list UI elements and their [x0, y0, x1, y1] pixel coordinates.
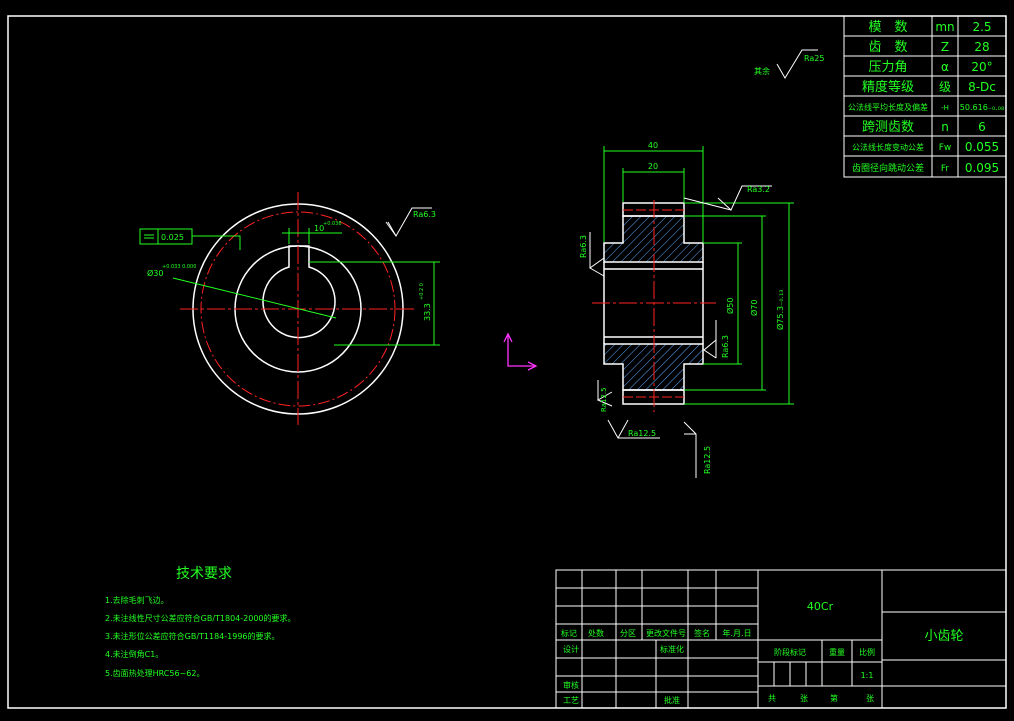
header-count: 处数: [588, 628, 604, 638]
material: 40Cr: [807, 600, 834, 613]
review-label: 审核: [563, 680, 579, 690]
param-value: 8-Dc: [968, 80, 996, 94]
param-label: 公法线长度变动公差: [852, 142, 924, 152]
side-roughness-br: Ra12.5: [703, 446, 712, 474]
param-label: 齿 数: [868, 40, 907, 55]
tech-item: 4.未注倒角C1。: [105, 649, 163, 659]
param-label: 精度等级: [862, 79, 914, 95]
param-symbol: n: [941, 120, 949, 134]
bore-diameter-tolerance: +0.033 0.000: [162, 264, 196, 270]
bore-diameter-dim: Ø30: [147, 268, 163, 278]
param-value: 50.616₋₀.₀₈: [960, 103, 1004, 112]
roughness-rest-label: 其余: [754, 66, 770, 76]
keyway-depth-tolerance: +0.2 0: [419, 283, 425, 300]
param-symbol: 级: [939, 80, 951, 94]
title-block-text: 40Cr 小齿轮 标记 处数 分区 更改文件号 签名 年.月.日 设计 标准化 …: [561, 600, 964, 705]
front-roughness: Ra6.3: [413, 210, 436, 219]
header-zone: 分区: [620, 629, 636, 638]
tech-item: 3.未注形位公差应符合GB/T1184-1996的要求。: [105, 631, 280, 641]
stage-mark-label: 阶段标记: [774, 647, 806, 657]
tech-item: 1.去除毛刺飞边。: [105, 595, 169, 605]
header-doc-number: 更改文件号: [646, 628, 686, 638]
param-value: 2.5: [972, 20, 991, 34]
side-roughness-left: Ra6.3: [579, 235, 588, 258]
total-width-dim: 40: [648, 141, 658, 150]
param-value: 6: [978, 120, 986, 134]
roughness-rest-value: Ra25: [804, 54, 824, 63]
tech-title: 技术要求: [176, 566, 232, 582]
sheet-label: 张: [866, 694, 874, 703]
sheet-no-label: 第: [830, 693, 838, 703]
scale-value: 1:1: [861, 671, 874, 680]
tip-diameter-dim: Ø75.3₋₀.₁₃: [775, 290, 785, 331]
param-symbol: α: [941, 60, 949, 74]
process-label: 工艺: [563, 696, 579, 705]
side-roughness-top: Ra3.2: [747, 185, 770, 194]
gear-section-view: 40 20 Ø50 Ø70 Ø75.3₋₀.₁₃ Ra3.2 Ra6.3 Ra6…: [579, 141, 794, 478]
gear-front-view: 0.025 10 +0.036 Ø30 +0.033 0.000 33.3 +0…: [139, 192, 440, 425]
root-diameter-dim: Ø70: [749, 300, 759, 316]
header-sign: 签名: [694, 628, 710, 638]
scale-label: 比例: [859, 647, 875, 657]
weight-label: 重量: [829, 647, 845, 657]
side-roughness-bl1: Ra12.5: [600, 387, 608, 412]
side-roughness-bore: Ra6.3: [721, 335, 730, 358]
keyway-depth-dim: 33.3: [423, 303, 432, 321]
general-roughness-symbol: 其余 Ra25: [754, 49, 824, 79]
param-label: 齿圈径向跳动公差: [852, 162, 924, 174]
hub-diameter-dim: Ø50: [725, 298, 735, 314]
param-symbol: Fw: [939, 143, 952, 153]
param-label: 公法线平均长度及偏差: [848, 102, 928, 112]
part-name: 小齿轮: [924, 629, 963, 644]
param-value: 0.095: [965, 161, 999, 175]
keyway-width-tolerance: +0.036: [323, 221, 342, 227]
param-symbol: mn: [935, 20, 954, 34]
header-mark: 标记: [561, 628, 577, 638]
header-date: 年.月.日: [722, 628, 751, 638]
standardization-label: 标准化: [660, 644, 684, 654]
param-label: 跨测齿数: [862, 120, 914, 135]
ucs-axis-icon: [503, 332, 538, 371]
param-symbol: Z: [941, 40, 949, 54]
bore-with-keyway: [262, 245, 336, 339]
param-symbol: -H: [941, 104, 949, 112]
technical-requirements: 技术要求 1.去除毛刺飞边。 2.未注线性尺寸公差应符合GB/T1804-200…: [105, 566, 296, 678]
runout-tolerance: 0.025: [161, 233, 184, 242]
cad-drawing: 模 数 mn 2.5 齿 数 Z 28 压力角 α 20° 精度等级 级 8-D…: [7, 15, 1007, 709]
param-label: 模 数: [868, 20, 907, 35]
param-label: 压力角: [868, 60, 907, 75]
param-value: 28: [974, 40, 989, 54]
tech-item: 2.未注线性尺寸公差应符合GB/T1804-2000的要求。: [105, 613, 296, 623]
tech-item: 5.齿面热处理HRC56~62。: [105, 668, 204, 678]
hub-width-dim: 20: [648, 162, 658, 171]
param-symbol: Fr: [941, 164, 950, 174]
param-value: 0.055: [965, 140, 999, 154]
design-label: 设计: [563, 644, 579, 654]
total-label: 共: [768, 694, 776, 703]
approve-label: 批准: [664, 695, 680, 705]
sheets-label: 张: [800, 694, 808, 703]
param-value: 20°: [971, 60, 992, 74]
gear-parameter-table: 模 数 mn 2.5 齿 数 Z 28 压力角 α 20° 精度等级 级 8-D…: [843, 15, 1007, 178]
side-roughness-bl2: Ra12.5: [628, 429, 656, 438]
